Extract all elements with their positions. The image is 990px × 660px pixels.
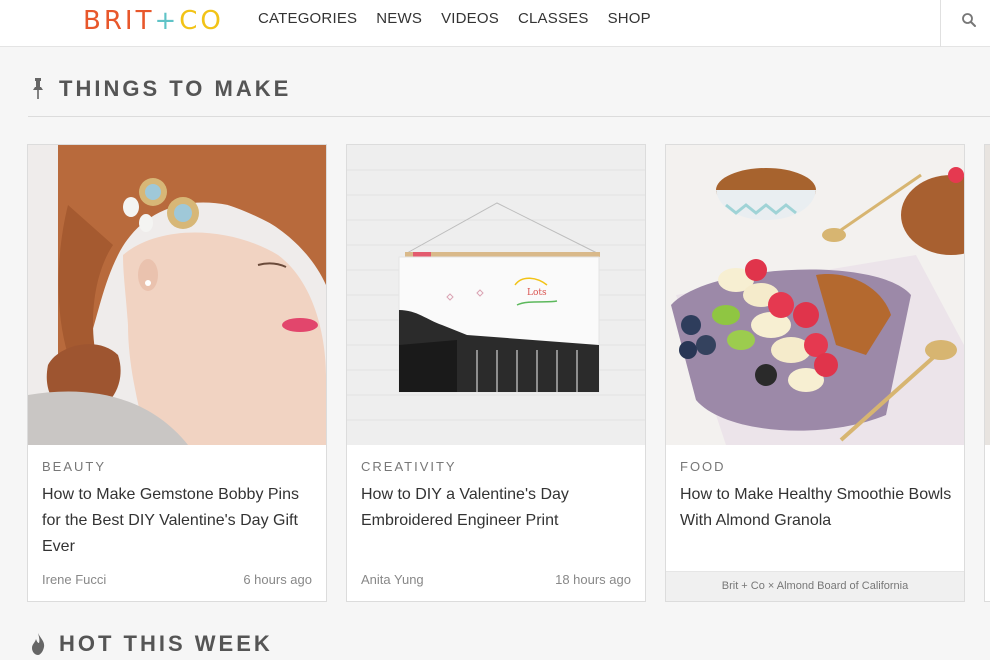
article-card-creativity[interactable]: Lots CREATIVITY How to DIY a Valentine's… [346, 144, 646, 602]
article-title[interactable]: How to DIY a Valentine's Day Embroidered… [361, 482, 637, 534]
article-card-food[interactable]: FOOD How to Make Healthy Smoothie Bowls … [665, 144, 965, 602]
article-timestamp: 6 hours ago [243, 572, 312, 587]
main-nav: CATEGORIES NEWS VIDEOS CLASSES SHOP [258, 10, 670, 27]
article-author[interactable]: Anita Yung [361, 572, 424, 587]
nav-item-classes[interactable]: CLASSES [518, 10, 589, 27]
article-category[interactable]: BEAUTY [42, 459, 106, 474]
logo-text-co: CO [179, 6, 224, 36]
brit-co-logo[interactable]: BRIT+CO [83, 6, 224, 36]
article-timestamp: 18 hours ago [555, 572, 631, 587]
article-image-next[interactable] [985, 145, 990, 445]
pin-icon [30, 76, 46, 102]
article-category[interactable]: CREATIVITY [361, 459, 457, 474]
sponsor-label: Brit + Co × Almond Board of California [666, 571, 964, 601]
section-title-label: THINGS TO MAKE [59, 76, 292, 101]
article-image-smoothie-bowls[interactable] [666, 145, 964, 445]
svg-text:Lots: Lots [527, 288, 547, 298]
article-image-embroidered-engineer-print[interactable]: Lots [347, 145, 645, 445]
section-divider [28, 116, 990, 117]
nav-item-videos[interactable]: VIDEOS [441, 10, 499, 27]
article-author[interactable]: Irene Fucci [42, 572, 106, 587]
search-icon [962, 13, 976, 27]
section-title-label: HOT THIS WEEK [59, 631, 273, 656]
article-title[interactable]: How to Make Gemstone Bobby Pins for the … [42, 482, 318, 560]
logo-text-brit: BRIT [83, 6, 155, 36]
search-button[interactable] [940, 0, 990, 47]
nav-item-news[interactable]: NEWS [376, 10, 422, 27]
nav-item-shop[interactable]: SHOP [608, 10, 651, 27]
flame-icon [30, 631, 46, 657]
top-navigation-bar: BRIT+CO CATEGORIES NEWS VIDEOS CLASSES S… [0, 0, 990, 47]
section-title-hot-this-week: HOT THIS WEEK [30, 631, 273, 657]
nav-item-categories[interactable]: CATEGORIES [258, 10, 357, 27]
article-title[interactable]: How to Make Healthy Smoothie Bowls With … [680, 482, 956, 534]
section-title-things-to-make: THINGS TO MAKE [30, 76, 291, 102]
article-image-gemstone-bobby-pins[interactable] [28, 145, 326, 445]
logo-plus: + [154, 6, 180, 36]
article-card-next-peek[interactable] [984, 144, 990, 602]
article-card-beauty[interactable]: BEAUTY How to Make Gemstone Bobby Pins f… [27, 144, 327, 602]
article-category[interactable]: FOOD [680, 459, 726, 474]
